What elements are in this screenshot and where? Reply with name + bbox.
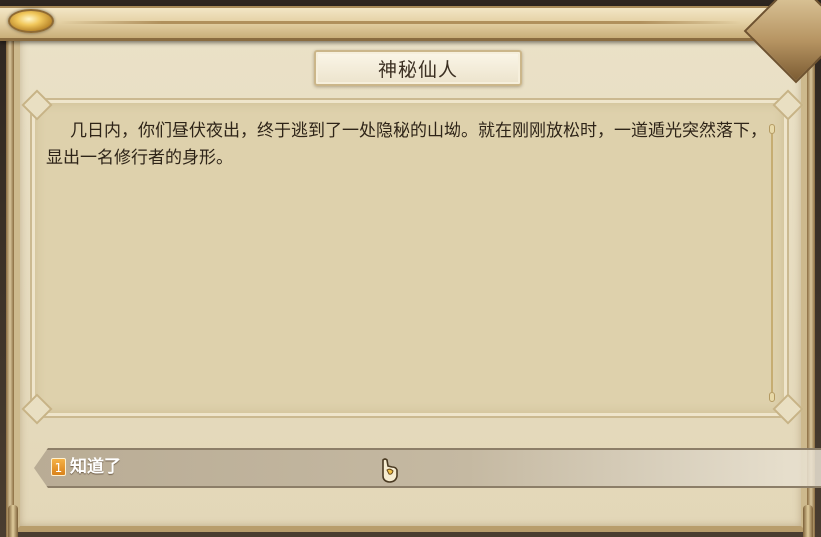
scrollbar-track-line (771, 134, 773, 392)
event-dialog: 神秘仙人 几日内，你们昼伏夜出，终于逃到了一处隐秘的山坳。就在刚刚放松时，一道遁… (0, 0, 821, 537)
story-text: 几日内，你们昼伏夜出，终于逃到了一处隐秘的山坳。就在刚刚放松时，一道遁光突然落下… (46, 121, 767, 168)
gold-gem-icon (8, 9, 54, 33)
option-button-1[interactable] (34, 448, 821, 488)
frame-post-bottom-left (8, 505, 18, 537)
top-bar-ornament-line (60, 21, 741, 24)
hand-pointer-icon (382, 458, 398, 483)
dialog-top-bar (0, 6, 821, 41)
option-label[interactable]: 知道了 (70, 455, 121, 479)
text-scrollbar[interactable] (769, 124, 775, 402)
title-plate: 神秘仙人 (314, 50, 522, 86)
game-scene: 神秘仙人 几日内，你们昼伏夜出，终于逃到了一处隐秘的山坳。就在刚刚放松时，一道遁… (0, 0, 821, 537)
scrollbar-cap-top (769, 124, 775, 134)
scrollbar-cap-bottom (769, 392, 775, 402)
frame-post-bottom-right (803, 505, 813, 537)
option-number-badge: 1 (51, 458, 66, 476)
dialog-title: 神秘仙人 (377, 58, 458, 81)
frame-post-left (6, 36, 14, 537)
